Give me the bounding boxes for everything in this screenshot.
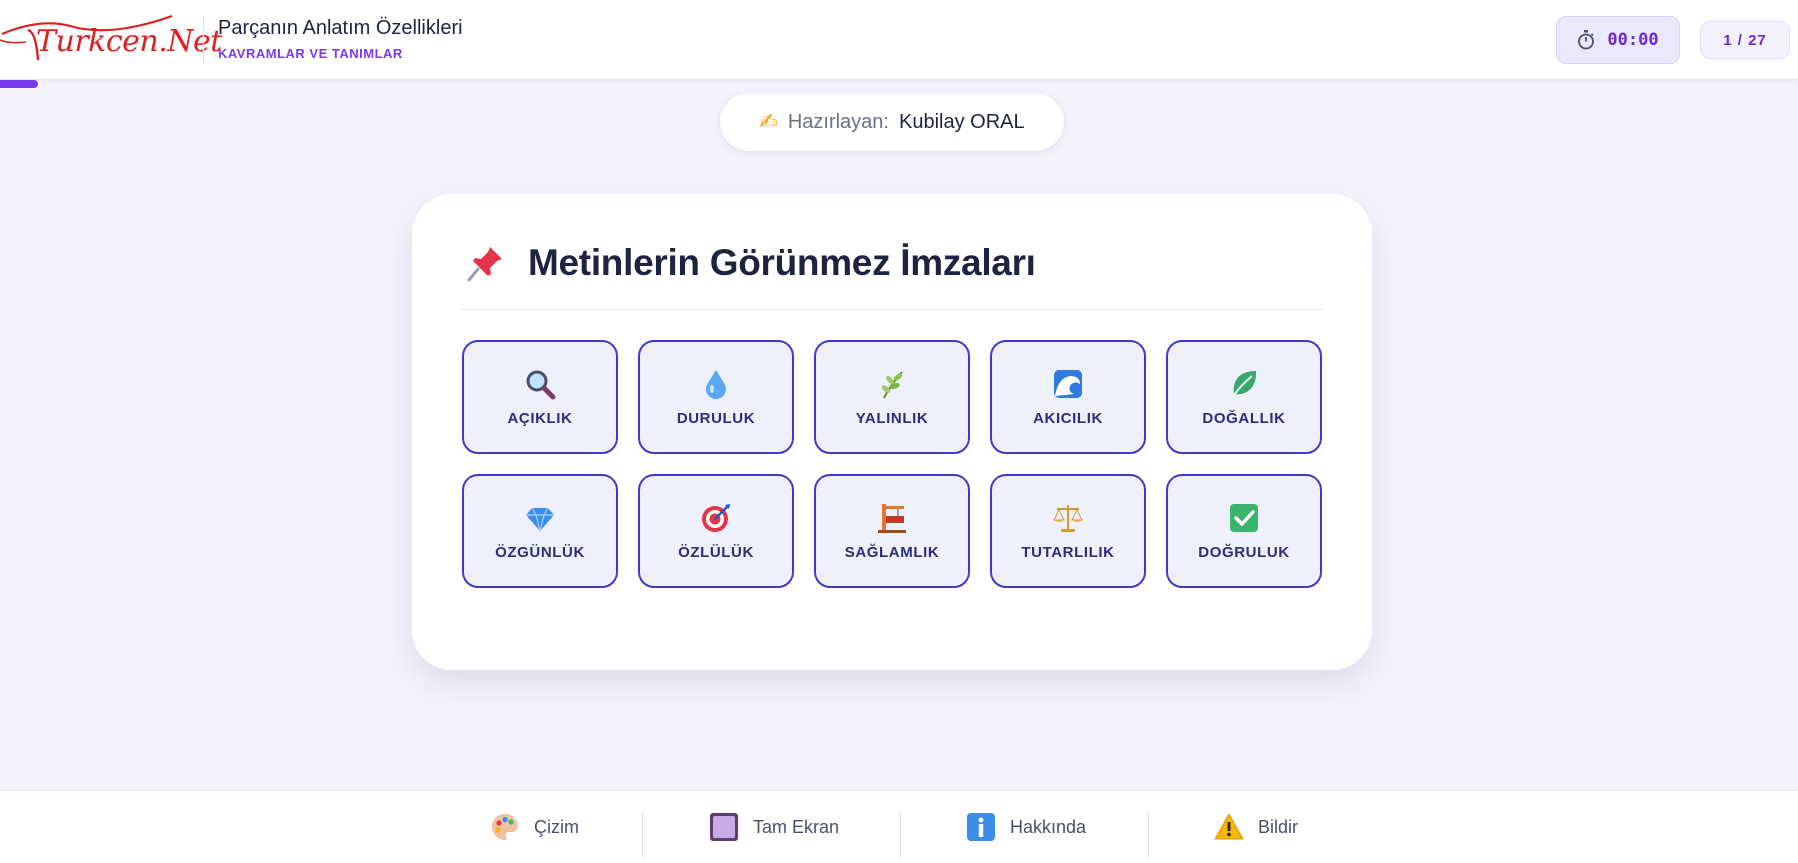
tile-label: ÖZGÜNLÜK xyxy=(495,543,585,561)
timer-badge[interactable]: 00:00 xyxy=(1556,16,1680,64)
draw-button[interactable]: Çizim xyxy=(490,809,579,845)
concept-grid: AÇIKLIK DURULUK YALINLIK AKICILIK DOĞALL… xyxy=(462,340,1322,588)
tile-akicilik[interactable]: AKICILIK xyxy=(990,340,1146,454)
card-header: Metinlerin Görünmez İmzaları xyxy=(466,242,1036,284)
report-label: Bildir xyxy=(1258,816,1299,837)
herb-icon xyxy=(881,370,903,398)
tile-label: SAĞLAMLIK xyxy=(844,543,940,561)
tile-label: YALINLIK xyxy=(855,409,929,427)
magnifier-icon xyxy=(526,370,556,399)
leaf-icon xyxy=(1231,370,1257,399)
construction-icon xyxy=(878,503,906,533)
tile-label: TUTARLILIK xyxy=(1021,543,1115,561)
tile-label: DOĞRULUK xyxy=(1198,543,1290,561)
droplet-icon xyxy=(706,369,726,399)
author-name: Kubilay ORAL xyxy=(898,110,1025,133)
timer-value: 00:00 xyxy=(1607,30,1659,50)
tile-label: AKICILIK xyxy=(1033,409,1103,427)
slide-counter: 1 / 27 xyxy=(1700,21,1790,59)
tile-label: DURULUK xyxy=(676,409,756,427)
tile-duruluk[interactable]: DURULUK xyxy=(638,340,794,454)
top-header: Turkcen.Net Parçanın Anlatım Özellikleri… xyxy=(0,0,1798,80)
wave-icon xyxy=(1054,369,1082,398)
page-title: Parçanın Anlatım Özellikleri xyxy=(218,17,463,39)
draw-label: Çizim xyxy=(534,816,579,837)
about-label: Hakkında xyxy=(1010,816,1087,837)
check-icon xyxy=(1230,503,1258,532)
author-badge: ✍ Hazırlayan: Kubilay ORAL xyxy=(719,92,1065,152)
toolbar-separator xyxy=(1148,811,1149,859)
concepts-card: Metinlerin Görünmez İmzaları AÇIKLIK DUR… xyxy=(412,194,1372,670)
author-label: Hazırlayan: xyxy=(787,110,889,133)
scales-icon xyxy=(1053,504,1083,532)
tile-dogruluk[interactable]: DOĞRULUK xyxy=(1166,474,1322,588)
toolbar-separator xyxy=(642,811,643,859)
warning-icon xyxy=(1214,813,1244,840)
palette-icon xyxy=(492,814,518,840)
about-button[interactable]: Hakkında xyxy=(966,809,1086,845)
card-title: Metinlerin Görünmez İmzaları xyxy=(528,242,1036,283)
stopwatch-icon xyxy=(1578,30,1595,50)
target-icon xyxy=(702,503,730,532)
logo-text: Turkcen.Net xyxy=(36,24,222,59)
toolbar-separator xyxy=(900,811,901,859)
card-divider xyxy=(462,309,1322,310)
square-icon xyxy=(710,813,738,841)
tile-ozgunluk[interactable]: ÖZGÜNLÜK xyxy=(462,474,618,588)
tile-yalinlik[interactable]: YALINLIK xyxy=(814,340,970,454)
site-logo[interactable]: Turkcen.Net xyxy=(0,12,222,68)
tile-ozluluk[interactable]: ÖZLÜLÜK xyxy=(638,474,794,588)
tile-aciklik[interactable]: AÇIKLIK xyxy=(462,340,618,454)
fullscreen-label: Tam Ekran xyxy=(753,816,840,837)
info-icon xyxy=(967,813,995,841)
tile-label: AÇIKLIK xyxy=(507,409,573,427)
tile-label: DOĞALLIK xyxy=(1202,409,1286,427)
tile-tutarlilik[interactable]: TUTARLILIK xyxy=(990,474,1146,588)
tile-label: ÖZLÜLÜK xyxy=(678,543,754,561)
tile-saglamlik[interactable]: SAĞLAMLIK xyxy=(814,474,970,588)
progress-bar xyxy=(0,80,38,88)
page-subtitle: KAVRAMLAR VE TANIMLAR xyxy=(218,46,403,61)
fullscreen-button[interactable]: Tam Ekran xyxy=(709,809,839,845)
header-divider xyxy=(203,16,204,64)
tile-dogallik[interactable]: DOĞALLIK xyxy=(1166,340,1322,454)
gem-icon xyxy=(526,507,554,531)
report-button[interactable]: Bildir xyxy=(1214,809,1298,845)
writing-hand-icon: ✍ xyxy=(759,109,778,134)
bottom-toolbar: Çizim Tam Ekran Hakkında Bildir xyxy=(0,790,1798,863)
pushpin-icon xyxy=(467,247,502,282)
